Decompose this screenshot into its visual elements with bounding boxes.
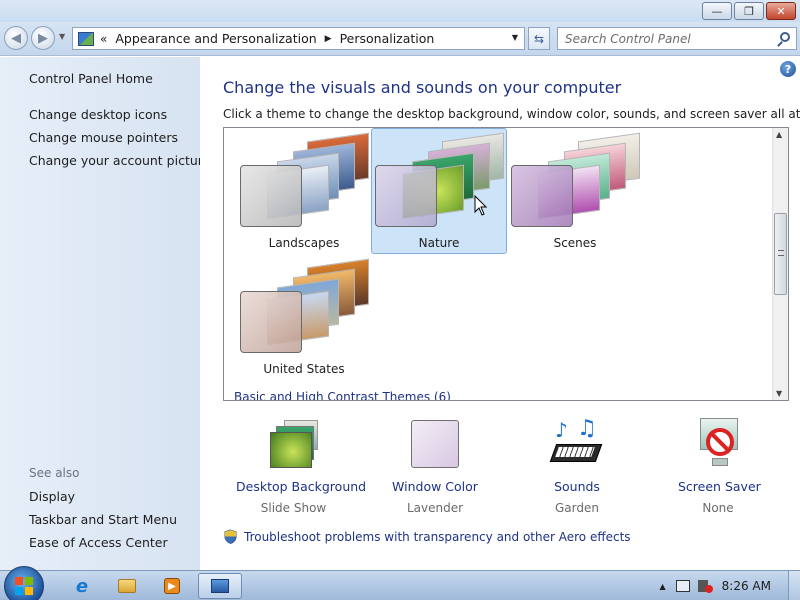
sidebar-change-account-picture[interactable]: Change your account picture bbox=[29, 153, 210, 168]
volume-muted-icon[interactable] bbox=[697, 580, 713, 593]
option-window-color[interactable]: Window Color Lavender bbox=[390, 418, 480, 515]
option-sounds[interactable]: ♪ ♫ Sounds Garden bbox=[537, 416, 617, 515]
mouse-cursor-icon bbox=[474, 195, 488, 216]
option-value: Garden bbox=[555, 501, 599, 515]
search-icon[interactable] bbox=[780, 32, 790, 42]
scroll-down-icon[interactable]: ▼ bbox=[776, 389, 782, 398]
taskbar: e ▶ ▲ 8:26 AM bbox=[0, 566, 800, 600]
address-dropdown-icon[interactable]: ▼ bbox=[512, 33, 518, 42]
maximize-button[interactable]: ❐ bbox=[734, 2, 764, 20]
taskbar-windows-explorer[interactable] bbox=[107, 573, 147, 599]
windows-logo-icon bbox=[15, 577, 33, 595]
forward-arrow-icon: ▶ bbox=[38, 30, 48, 46]
theme-nature[interactable]: Nature bbox=[371, 128, 507, 254]
show-hidden-icons[interactable]: ▲ bbox=[660, 582, 666, 591]
scroll-grip-icon bbox=[778, 250, 784, 256]
search-box[interactable] bbox=[557, 27, 797, 50]
sounds-icon: ♪ ♫ bbox=[549, 416, 603, 470]
media-player-icon: ▶ bbox=[164, 578, 180, 594]
theme-gallery: Landscapes Nature Scenes United States B… bbox=[223, 127, 789, 401]
scroll-up-icon[interactable]: ▲ bbox=[776, 130, 782, 139]
sidebar-control-panel-home[interactable]: Control Panel Home bbox=[29, 71, 153, 86]
window-glass-swatch bbox=[240, 291, 302, 353]
breadcrumb-appearance[interactable]: Appearance and Personalization bbox=[115, 31, 316, 46]
address-overflow-icon[interactable]: « bbox=[100, 32, 107, 46]
sidebar-change-desktop-icons[interactable]: Change desktop icons bbox=[29, 107, 167, 122]
sidebar: Control Panel Home Change desktop icons … bbox=[0, 57, 210, 570]
sidebar-taskbar-start-menu[interactable]: Taskbar and Start Menu bbox=[29, 512, 177, 527]
window-glass-swatch bbox=[375, 165, 437, 227]
control-panel-icon bbox=[78, 31, 94, 46]
uac-shield-icon bbox=[224, 529, 237, 544]
network-icon[interactable] bbox=[675, 580, 690, 592]
window-color-icon bbox=[409, 418, 461, 470]
theme-scenes[interactable]: Scenes bbox=[507, 128, 643, 254]
address-bar[interactable]: « Appearance and Personalization ▶ Perso… bbox=[72, 27, 525, 50]
window-glass-swatch bbox=[240, 165, 302, 227]
theme-landscapes[interactable]: Landscapes bbox=[236, 128, 372, 254]
taskbar-internet-explorer[interactable]: e bbox=[62, 573, 102, 599]
navigation-bar: ◀ ▶ ▼ « Appearance and Personalization ▶… bbox=[0, 22, 800, 56]
option-title[interactable]: Window Color bbox=[390, 479, 480, 494]
troubleshoot-text[interactable]: Troubleshoot problems with transparency … bbox=[244, 530, 631, 544]
sidebar-display[interactable]: Display bbox=[29, 489, 75, 504]
back-button[interactable]: ◀ bbox=[4, 26, 28, 50]
search-input[interactable] bbox=[565, 29, 775, 49]
option-title[interactable]: Sounds bbox=[537, 479, 617, 494]
option-screen-saver[interactable]: Screen Saver None bbox=[678, 418, 761, 515]
start-button[interactable] bbox=[4, 566, 44, 600]
scroll-thumb[interactable] bbox=[774, 213, 787, 295]
folder-icon bbox=[118, 579, 136, 593]
option-desktop-background[interactable]: Desktop Background Slide Show bbox=[236, 418, 366, 515]
main-content: ? Change the visuals and sounds on your … bbox=[200, 57, 800, 570]
option-title[interactable]: Screen Saver bbox=[678, 479, 761, 494]
option-value: Lavender bbox=[406, 501, 464, 515]
control-panel-window-icon bbox=[211, 579, 229, 593]
basic-high-contrast-group-label: Basic and High Contrast Themes (6) bbox=[234, 390, 451, 401]
option-value: None bbox=[702, 501, 734, 515]
sidebar-change-mouse-pointers[interactable]: Change mouse pointers bbox=[29, 130, 178, 145]
theme-label: United States bbox=[263, 362, 345, 376]
option-value: Slide Show bbox=[260, 501, 327, 515]
see-also-heading: See also bbox=[29, 466, 80, 480]
forward-button[interactable]: ▶ bbox=[31, 26, 55, 50]
theme-united-states[interactable]: United States bbox=[236, 254, 372, 380]
help-icon[interactable]: ? bbox=[780, 61, 796, 77]
window-controls: — ❐ ✕ bbox=[700, 2, 796, 20]
recent-pages-dropdown[interactable]: ▼ bbox=[59, 32, 65, 41]
breadcrumb-separator-icon[interactable]: ▶ bbox=[325, 34, 332, 44]
internet-explorer-icon: e bbox=[75, 575, 89, 597]
help-glyph: ? bbox=[784, 62, 792, 76]
sidebar-ease-of-access[interactable]: Ease of Access Center bbox=[29, 535, 168, 550]
close-button[interactable]: ✕ bbox=[766, 2, 796, 20]
screen-saver-icon bbox=[692, 418, 744, 470]
page-title: Change the visuals and sounds on your co… bbox=[223, 78, 622, 97]
title-bar: — ❐ ✕ bbox=[0, 0, 800, 22]
theme-label: Scenes bbox=[553, 236, 597, 250]
theme-label: Landscapes bbox=[268, 236, 340, 250]
window-glass-swatch bbox=[511, 165, 573, 227]
desktop-background-icon bbox=[268, 418, 320, 470]
breadcrumb-personalization[interactable]: Personalization bbox=[340, 31, 435, 46]
minimize-button[interactable]: — bbox=[702, 2, 732, 20]
taskbar-control-panel[interactable] bbox=[198, 573, 242, 599]
back-arrow-icon: ◀ bbox=[11, 30, 21, 46]
clock[interactable]: 8:26 AM bbox=[722, 579, 771, 593]
refresh-button[interactable]: ⇆ bbox=[528, 27, 550, 50]
refresh-icon: ⇆ bbox=[533, 31, 545, 46]
theme-label: Nature bbox=[418, 236, 460, 250]
option-title[interactable]: Desktop Background bbox=[236, 479, 366, 494]
troubleshoot-link[interactable]: Troubleshoot problems with transparency … bbox=[223, 529, 631, 544]
system-tray: ▲ 8:26 AM bbox=[660, 571, 800, 600]
theme-scrollbar[interactable]: ▲ ▼ bbox=[772, 128, 788, 400]
taskbar-media-player[interactable]: ▶ bbox=[152, 573, 192, 599]
show-desktop-button[interactable] bbox=[788, 571, 800, 600]
page-subtitle: Click a theme to change the desktop back… bbox=[223, 107, 800, 121]
